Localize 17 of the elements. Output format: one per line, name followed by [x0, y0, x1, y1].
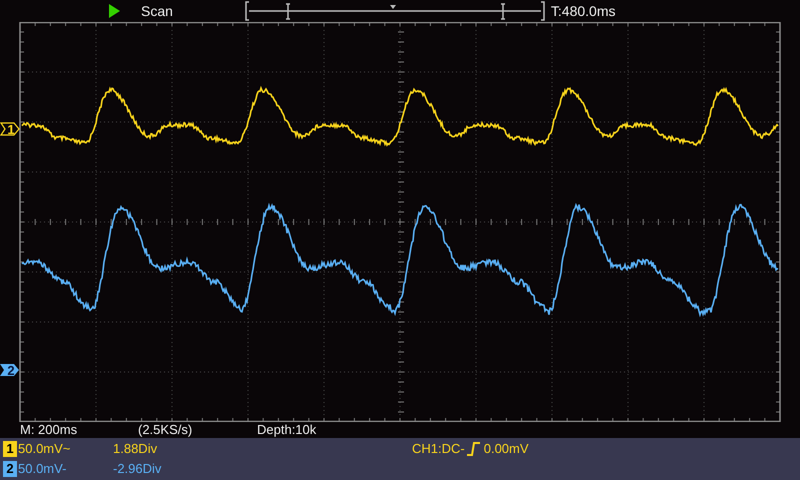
time-offset: T:480.0ms: [550, 2, 616, 21]
channel-number-badge[interactable]: 1: [3, 441, 17, 457]
volts-per-div: 50.0mV-: [18, 460, 68, 478]
play-icon: [109, 4, 120, 18]
trigger-source: CH1:DC-: [412, 440, 465, 458]
channel-offset: -2.96Div: [113, 460, 162, 478]
channel-marker[interactable]: 2: [0, 363, 19, 378]
rising-edge-icon: [466, 442, 480, 456]
channel-number-badge[interactable]: 2: [3, 461, 17, 477]
trigger-level: 0.00mV: [484, 440, 529, 458]
run-state: Scan: [141, 2, 173, 21]
channel-marker[interactable]: 1: [0, 122, 20, 137]
memory-depth: Depth:10k: [257, 422, 316, 438]
channel-offset: 1.88Div: [113, 440, 158, 458]
volts-per-div: 50.0mV~: [18, 440, 72, 458]
sample-rate: (2.5KS/s): [138, 422, 194, 438]
timebase: M: 200ms: [20, 422, 78, 438]
